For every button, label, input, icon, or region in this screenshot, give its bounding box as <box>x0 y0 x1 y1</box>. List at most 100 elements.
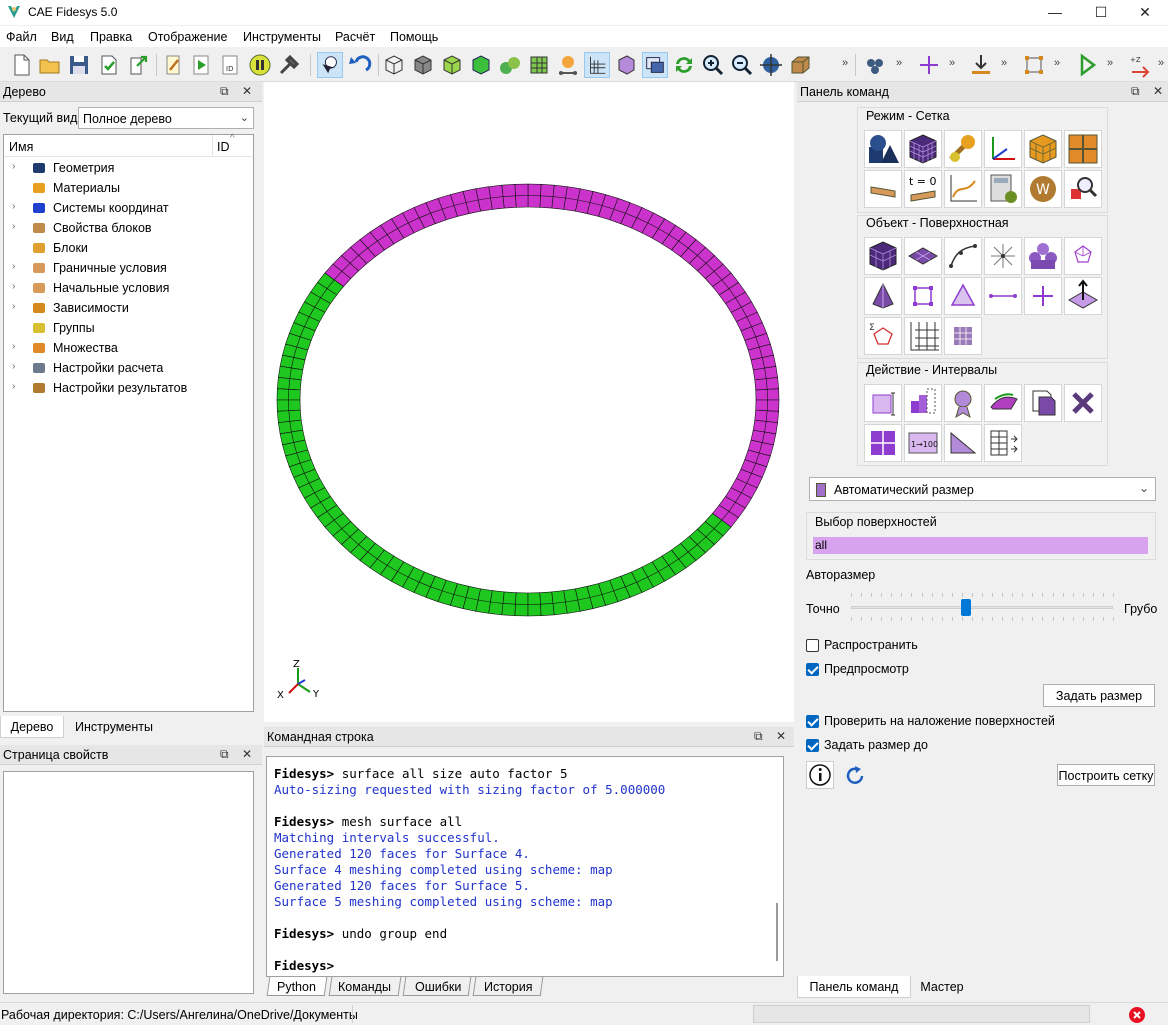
coordinate-system-mode-icon[interactable] <box>984 130 1022 168</box>
undock-icon[interactable]: ⧉ <box>754 729 763 744</box>
mesh-view-icon[interactable] <box>526 52 552 78</box>
sets-mode-icon[interactable] <box>1064 130 1102 168</box>
select-mode-icon[interactable] <box>317 52 343 78</box>
assembly-icon[interactable] <box>862 52 888 78</box>
inspect-mode-icon[interactable] <box>1064 170 1102 208</box>
view-select[interactable]: Полное дерево ⌄ <box>78 107 254 129</box>
shaded-view-icon[interactable] <box>410 52 436 78</box>
preview-checkbox[interactable] <box>806 663 819 676</box>
reset-button[interactable] <box>842 762 870 788</box>
curve-mesh-icon[interactable] <box>944 237 982 275</box>
import-geometry-icon[interactable] <box>968 52 994 78</box>
toolbar-overflow-icon[interactable]: » <box>1158 57 1164 69</box>
toolbar-overflow-icon[interactable]: » <box>1107 57 1113 69</box>
tab-wizard[interactable]: Мастер <box>911 976 973 998</box>
error-status-icon[interactable] <box>1128 1006 1146 1024</box>
node-element-icon[interactable] <box>1024 277 1062 315</box>
close-icon[interactable]: ✕ <box>1153 84 1163 98</box>
undock-icon[interactable]: ⧉ <box>220 747 229 762</box>
geometry-mode-icon[interactable] <box>864 130 902 168</box>
axis-orientation-icon[interactable]: +Z <box>1127 52 1153 78</box>
toolbar-overflow-icon[interactable]: » <box>842 57 848 69</box>
script-icon[interactable] <box>161 52 187 78</box>
size-mode-select[interactable]: Автоматический размер ⌄ <box>809 477 1156 501</box>
fit-view-icon[interactable] <box>758 52 784 78</box>
tab-tools[interactable]: Инструменты <box>66 716 162 738</box>
toolbar-overflow-icon[interactable]: » <box>1001 57 1007 69</box>
set-size-to-checkbox[interactable] <box>806 739 819 752</box>
id-file-icon[interactable]: ID <box>218 52 244 78</box>
tri-element-icon[interactable] <box>944 277 982 315</box>
wireframe-view-icon[interactable] <box>381 52 407 78</box>
tab-tree[interactable]: Дерево <box>0 716 64 738</box>
boundary-conditions-mode-icon[interactable] <box>864 170 902 208</box>
pause-icon[interactable] <box>247 52 273 78</box>
graphics-viewport[interactable]: Z X Y <box>264 82 794 722</box>
volume-mesh-icon[interactable] <box>864 237 902 275</box>
size-icon[interactable] <box>904 384 942 422</box>
undo-icon[interactable] <box>346 52 372 78</box>
chevron-right-icon[interactable]: › <box>12 261 22 272</box>
chevron-right-icon[interactable]: › <box>12 361 22 372</box>
check-overlap-checkbox[interactable] <box>806 715 819 728</box>
node-set-icon[interactable] <box>1064 237 1102 275</box>
menu-view[interactable]: Вид <box>51 30 74 44</box>
solid-view-icon[interactable] <box>468 52 494 78</box>
open-folder-icon[interactable] <box>37 52 63 78</box>
copy-mesh-icon[interactable] <box>1024 384 1062 422</box>
scheme-icon[interactable] <box>944 384 982 422</box>
close-icon[interactable]: ✕ <box>242 84 252 98</box>
slider-thumb[interactable] <box>961 599 971 616</box>
maximize-button[interactable]: ☐ <box>1078 0 1124 25</box>
col-id-header[interactable]: ID <box>217 140 230 154</box>
import-icon[interactable] <box>96 52 122 78</box>
quad-element-icon[interactable] <box>904 277 942 315</box>
extrude-icon[interactable] <box>1064 277 1102 315</box>
refresh-icon[interactable] <box>671 52 697 78</box>
menu-edit[interactable]: Правка <box>90 30 132 44</box>
sum-sets-icon[interactable]: Σ <box>864 317 902 355</box>
smooth-icon[interactable] <box>984 384 1022 422</box>
close-button[interactable]: ✕ <box>1122 0 1168 25</box>
close-icon[interactable]: ✕ <box>242 747 252 761</box>
minimize-button[interactable]: — <box>1032 0 1078 25</box>
export-icon[interactable] <box>125 52 151 78</box>
info-button[interactable] <box>806 761 834 789</box>
propagate-checkbox[interactable] <box>806 639 819 652</box>
toolbar-overflow-icon[interactable]: » <box>896 57 902 69</box>
chevron-right-icon[interactable]: › <box>12 201 22 212</box>
vertex-mesh-icon[interactable] <box>984 237 1022 275</box>
cone-mesh-icon[interactable] <box>864 277 902 315</box>
menu-help[interactable]: Помощь <box>390 30 438 44</box>
grid-selection-icon[interactable] <box>944 317 982 355</box>
structured-grid-icon[interactable] <box>904 317 942 355</box>
chevron-right-icon[interactable]: › <box>12 381 22 392</box>
tab-command-panel[interactable]: Панель команд <box>797 976 911 998</box>
command-output[interactable]: Fidesys> surface all size auto factor 5A… <box>266 756 784 977</box>
tools-icon[interactable] <box>276 52 302 78</box>
menu-display[interactable]: Отображение <box>148 30 227 44</box>
group-mesh-icon[interactable] <box>1024 237 1062 275</box>
blocks-mode-icon[interactable] <box>1024 130 1062 168</box>
menu-file[interactable]: Файл <box>6 30 37 44</box>
col-name-header[interactable]: Имя <box>9 140 33 154</box>
delete-mesh-icon[interactable] <box>1064 384 1102 422</box>
box-view-icon[interactable] <box>787 52 813 78</box>
grid-axes-icon[interactable] <box>584 52 610 78</box>
calculation-mode-icon[interactable] <box>984 170 1022 208</box>
perspective-icon[interactable] <box>613 52 639 78</box>
hidden-line-view-icon[interactable] <box>439 52 465 78</box>
material-mode-icon[interactable] <box>944 130 982 168</box>
surface-mesh-icon[interactable] <box>904 237 942 275</box>
menu-tools[interactable]: Инструменты <box>243 30 321 44</box>
toolbar-overflow-icon[interactable]: » <box>1054 57 1060 69</box>
edge-element-icon[interactable] <box>984 277 1022 315</box>
menu-calculation[interactable]: Расчёт <box>335 30 375 44</box>
save-icon[interactable] <box>66 52 92 78</box>
autosize-slider[interactable] <box>851 591 1114 623</box>
chevron-right-icon[interactable]: › <box>12 221 22 232</box>
intervals-icon[interactable] <box>864 384 902 422</box>
interval-count-icon[interactable]: 1→100 <box>904 424 942 462</box>
grid-spacing-icon[interactable] <box>984 424 1022 462</box>
run-calculation-icon[interactable] <box>1074 52 1100 78</box>
